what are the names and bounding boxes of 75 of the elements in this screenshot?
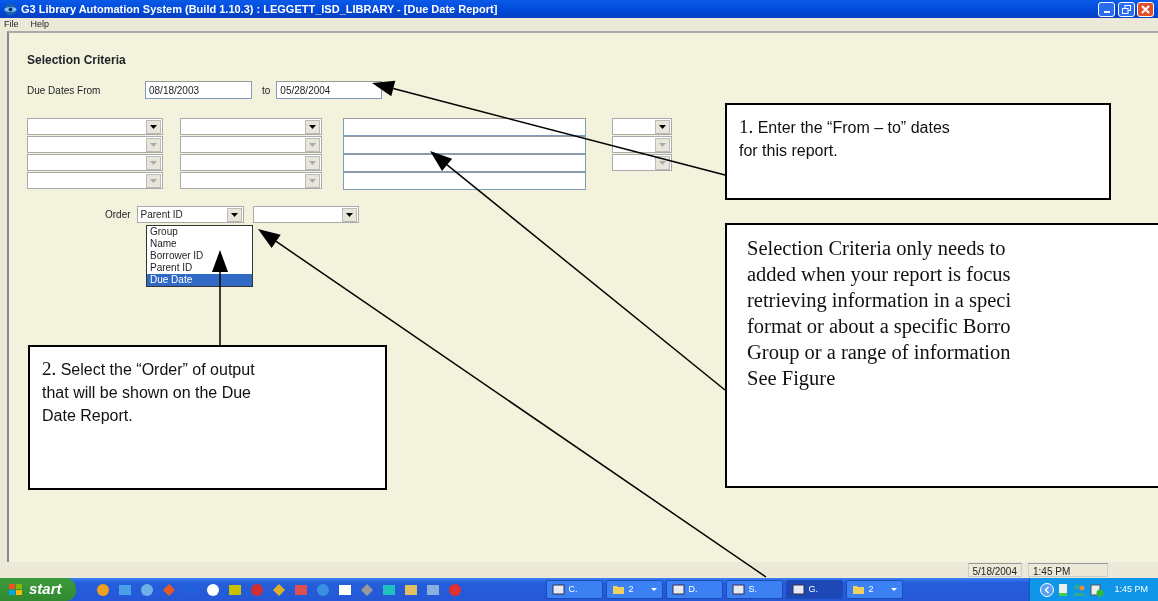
dropdown-option[interactable]: Due Date — [147, 274, 252, 286]
dropdown-arrow-icon — [150, 124, 157, 129]
square-icon[interactable] — [425, 582, 440, 597]
window-icon — [671, 584, 685, 595]
close-button[interactable] — [1137, 1, 1154, 17]
text-field[interactable] — [343, 118, 586, 136]
dropdown-arrow-icon — [345, 212, 353, 217]
dropdown-arrow-icon — [150, 178, 157, 183]
menu-item[interactable]: Help — [30, 17, 50, 32]
restore-icon — [1121, 4, 1131, 14]
taskbar-button[interactable]: C. — [545, 580, 603, 599]
field-label: to — [262, 83, 271, 98]
status-time: 1:45 PM — [1028, 563, 1108, 577]
taskbar-button[interactable]: S. — [725, 580, 783, 599]
date-field[interactable]: 05/28/2004 — [276, 81, 383, 99]
status-date: 5/18/2004 — [967, 563, 1022, 577]
section-title: Selection Criteria — [27, 52, 127, 69]
dropdown-arrow-icon — [659, 142, 666, 147]
windows-flag-icon — [8, 582, 24, 597]
start-button[interactable]: start — [0, 578, 76, 601]
square-icon[interactable] — [227, 582, 242, 597]
window-icon — [791, 584, 805, 595]
window-icon — [551, 584, 565, 595]
dropdown-field[interactable] — [180, 118, 322, 135]
square-icon[interactable] — [337, 582, 352, 597]
taskbar-button[interactable]: 2 — [605, 580, 663, 599]
dropdown-arrow-icon — [659, 160, 666, 165]
dropdown-option[interactable]: Parent ID — [147, 262, 252, 274]
dropdown-field[interactable] — [27, 118, 163, 135]
chevron-left-icon[interactable] — [1040, 582, 1055, 597]
dropdown-arrow-icon — [659, 124, 666, 129]
minimize-button[interactable] — [1098, 1, 1115, 17]
text-field[interactable] — [343, 172, 586, 190]
callout-text: 1. Enter the “From – to” dates for this report. — [739, 115, 951, 161]
dropdown-option[interactable]: Borrower ID — [147, 250, 252, 262]
dropdown-field[interactable] — [252, 206, 359, 223]
date-field[interactable]: 08/18/2003 — [145, 81, 252, 99]
text-field[interactable] — [343, 154, 586, 172]
document-icon[interactable] — [1090, 582, 1105, 597]
dropdown-field[interactable] — [612, 118, 672, 135]
dropdown-option[interactable]: Name — [147, 238, 252, 250]
order-dropdown[interactable]: Parent ID — [136, 206, 244, 223]
circle-icon[interactable] — [139, 582, 154, 597]
folder-icon — [611, 584, 625, 595]
taskbar-button[interactable]: D. — [665, 580, 723, 599]
globe-icon — [4, 2, 17, 16]
taskbar-button[interactable]: G. — [785, 580, 843, 599]
field-label: Due Dates From — [27, 83, 102, 98]
square-icon[interactable] — [381, 582, 396, 597]
taskbar-clock: 1:45 PM — [1114, 582, 1148, 596]
field-label: Order — [105, 208, 131, 222]
dropdown-arrow-icon — [150, 142, 157, 147]
dropdown-arrow-icon — [150, 160, 157, 165]
folder-icon — [851, 584, 865, 595]
dropdown-arrow-icon — [309, 178, 316, 183]
callout-text: 2. Select the “Order” of output that will be shown on the Due Date Report. — [42, 357, 256, 426]
menu-item[interactable]: File — [4, 17, 19, 32]
callout-text: Selection Criteria only needs to added when your report is focus retrieving information in a speci format or about a specific Borro Group or a range of information See Figure — [725, 223, 1158, 488]
dropdown-arrow-icon — [230, 212, 238, 217]
close-icon — [1141, 4, 1150, 14]
caret-icon — [890, 588, 897, 591]
window-icon — [731, 584, 745, 595]
square-icon[interactable] — [403, 582, 418, 597]
battery-icon[interactable] — [1058, 582, 1069, 597]
restore-button[interactable] — [1117, 1, 1135, 17]
window-title: G3 Library Automation System (Build 1.10.3) : LEGGETT_ISD_LIBRARY - [Due Date Report] — [21, 1, 498, 17]
dropdown-arrow-icon — [309, 160, 316, 165]
taskbar-button[interactable]: 2 — [845, 580, 903, 599]
text-field[interactable] — [343, 136, 586, 154]
dropdown-arrow-icon — [309, 124, 316, 129]
circle-icon[interactable] — [95, 582, 110, 597]
caret-icon — [650, 588, 657, 591]
dropdown-arrow-icon — [309, 142, 316, 147]
circle-icon[interactable] — [205, 582, 220, 597]
dropdown-option[interactable]: Group — [147, 226, 252, 238]
